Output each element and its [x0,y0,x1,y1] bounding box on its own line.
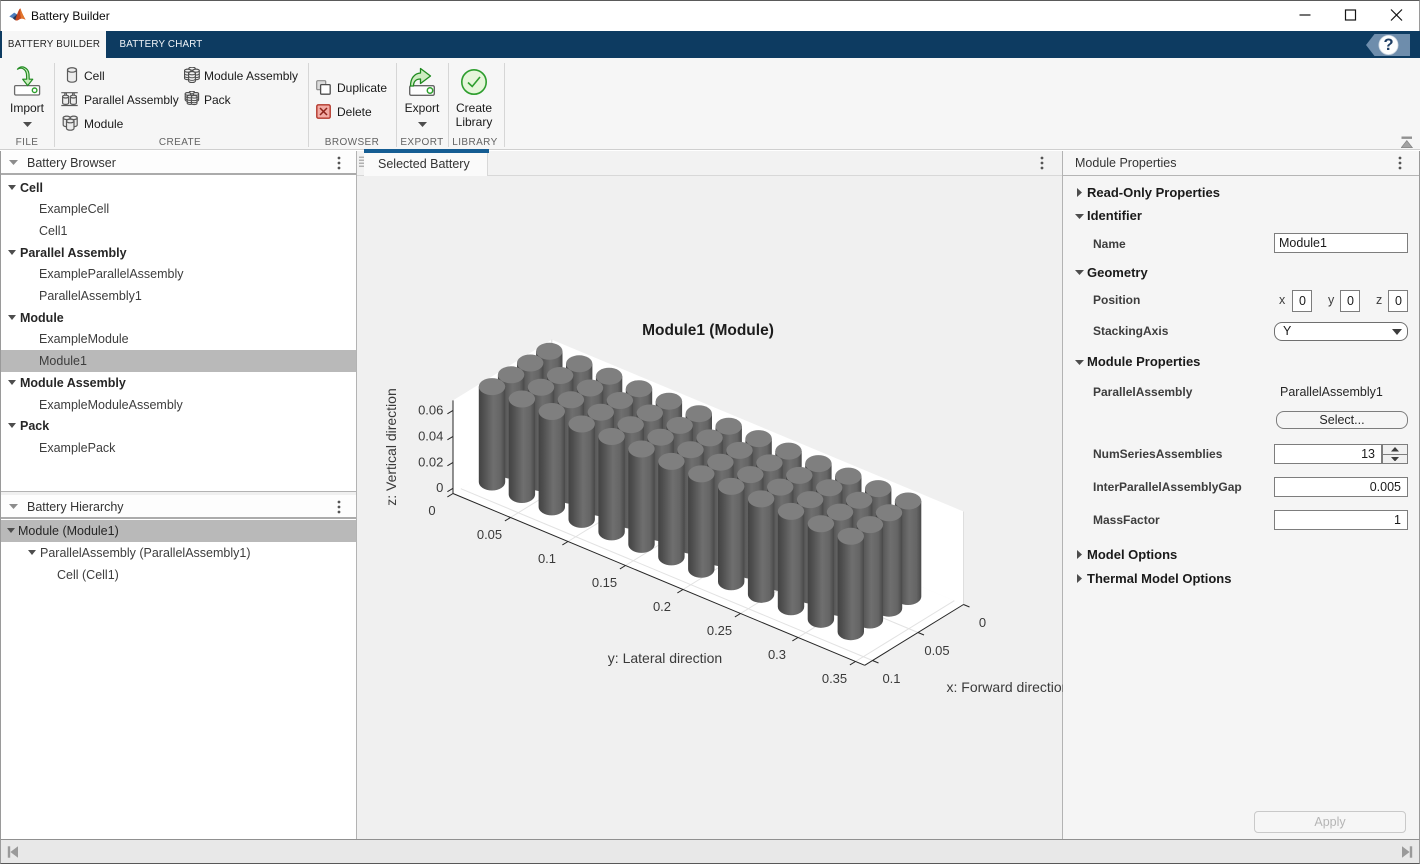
svg-text:0.04: 0.04 [418,428,443,443]
svg-text:Module1 (Module): Module1 (Module) [642,322,774,339]
svg-text:0.35: 0.35 [822,671,847,686]
svg-text:0.25: 0.25 [707,623,732,638]
svg-text:0.15: 0.15 [592,575,617,590]
svg-text:0: 0 [436,480,443,495]
svg-text:x: Forward direction: x: Forward direction [947,679,1063,695]
svg-text:z: Vertical direction: z: Vertical direction [383,388,399,506]
svg-text:0: 0 [979,615,986,630]
svg-text:0.1: 0.1 [538,551,556,566]
svg-text:0.05: 0.05 [477,527,502,542]
svg-text:0.06: 0.06 [418,402,443,417]
svg-text:0: 0 [428,503,435,518]
svg-text:0.2: 0.2 [653,599,671,614]
svg-text:y: Lateral direction: y: Lateral direction [608,650,722,666]
svg-text:?: ? [1383,36,1393,54]
svg-text:0.05: 0.05 [924,643,949,658]
svg-text:0.02: 0.02 [418,454,443,469]
svg-text:0.1: 0.1 [882,671,900,686]
svg-text:0.3: 0.3 [768,647,786,662]
